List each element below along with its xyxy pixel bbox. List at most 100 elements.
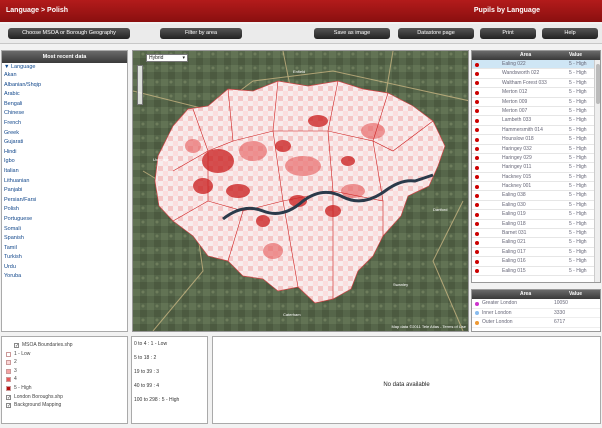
language-item[interactable]: Polish — [2, 205, 127, 215]
datastore-page-button[interactable]: Datastore page — [398, 28, 474, 39]
area-cell: Hackney 001 — [502, 183, 532, 190]
breadcrumb[interactable]: Language > Polish — [6, 7, 68, 14]
save-as-image-button[interactable]: Save as image — [314, 28, 390, 39]
language-item[interactable]: French — [2, 119, 127, 129]
scrollbar[interactable] — [594, 60, 600, 282]
table-row[interactable]: Barnet 031 5 - High — [472, 229, 600, 239]
value-column-header[interactable]: Value — [569, 51, 582, 60]
table-row[interactable]: Haringey 029 5 - High — [472, 154, 600, 164]
table-row[interactable]: Hammersmith 014 5 - High — [472, 126, 600, 136]
table-row[interactable]: Wandsworth 022 5 - High — [472, 69, 600, 79]
area-cell: Merton 007 — [502, 107, 528, 114]
table-row[interactable]: Lambeth 033 5 - High — [472, 116, 600, 126]
table-row[interactable]: Hounslow 018 5 - High — [472, 135, 600, 145]
language-item[interactable]: Turkish — [2, 253, 127, 263]
language-item[interactable]: Tamil — [2, 244, 127, 254]
legend-swatch — [6, 377, 11, 383]
legend-panel: ✓ MSOA Boundaries.shp 1 - Low 2 3 4 5 - High… — [1, 336, 128, 424]
language-item[interactable]: Portuguese — [2, 215, 127, 225]
value-cell: 5 - High — [569, 89, 587, 96]
value-cell: 5 - High — [569, 154, 587, 161]
table-row[interactable]: Hackney 015 5 - High — [472, 173, 600, 183]
boroughs-layer-checkbox[interactable]: ✓ — [6, 394, 11, 400]
value-cell: 6717 — [554, 319, 566, 325]
table-row[interactable]: Ealing 030 5 - High — [472, 201, 600, 211]
table-row[interactable]: Merton 009 5 - High — [472, 98, 600, 107]
language-item[interactable]: Bengali — [2, 100, 127, 110]
language-item[interactable]: Albanian/Shqip — [2, 81, 127, 91]
table-row[interactable]: Ealing 038 5 - High — [472, 191, 600, 201]
language-group[interactable]: ▼ Language — [2, 63, 127, 71]
marker-icon — [475, 259, 479, 264]
language-item[interactable]: Hindi — [2, 148, 127, 158]
area-cell: Ealing 022 — [502, 61, 526, 67]
table-row[interactable]: Ealing 019 5 - High — [472, 210, 600, 220]
choose-geography-button[interactable]: Choose MSOA or Borough Geography — [8, 28, 130, 39]
table-row[interactable]: Merton 012 5 - High — [472, 88, 600, 98]
language-item[interactable]: Arabic — [2, 90, 127, 100]
table-row[interactable]: Ealing 018 5 - High — [472, 220, 600, 230]
table-row[interactable]: Waltham Forest 033 5 - High — [472, 79, 600, 89]
area-column-header[interactable]: Area — [520, 290, 531, 299]
language-item[interactable]: Igbo — [2, 157, 127, 167]
value-cell: 3330 — [554, 309, 566, 316]
svg-text:Swanley: Swanley — [393, 282, 408, 287]
language-item[interactable]: Yoruba — [2, 272, 127, 282]
value-cell: 5 - High — [569, 230, 587, 237]
summary-row[interactable]: Greater London 10050 — [472, 299, 600, 309]
legend-layer-background: ✓ Background Mapping — [2, 401, 127, 410]
table-row[interactable]: Ealing 015 5 - High — [472, 267, 600, 276]
language-item[interactable]: Spanish — [2, 234, 127, 244]
area-cell: Ealing 021 — [502, 239, 526, 246]
summary-header: Area Value — [472, 290, 600, 299]
language-item[interactable]: Somali — [2, 225, 127, 235]
language-item[interactable]: Panjabi — [2, 186, 127, 196]
msoa-layer-checkbox[interactable]: ✓ — [14, 343, 19, 349]
table-row[interactable]: Ealing 022 5 - High — [472, 60, 600, 70]
marker-icon — [475, 81, 479, 86]
marker-icon — [475, 311, 479, 315]
map-canvas[interactable]: Enfield Uxbridge Dartford Swanley Caterh… — [133, 51, 469, 332]
value-column-header[interactable]: Value — [569, 290, 582, 299]
marker-icon — [475, 118, 479, 123]
title-bar: Language > Polish Pupils by Language — [0, 0, 602, 22]
background-layer-checkbox[interactable]: ✓ — [6, 403, 11, 409]
table-row[interactable]: Ealing 017 5 - High — [472, 248, 600, 258]
summary-row[interactable]: Outer London 6717 — [472, 318, 600, 328]
svg-text:Enfield: Enfield — [293, 69, 305, 74]
value-cell: 5 - High — [569, 173, 587, 180]
summary-table: Area Value Greater London 10050 Inner Lond… — [471, 289, 601, 332]
language-item[interactable]: Akan — [2, 71, 127, 81]
area-cell: Ealing 019 — [502, 211, 526, 218]
legend-items: 1 - Low 2 3 4 5 - High — [2, 350, 127, 393]
filter-by-area-button[interactable]: Filter by area — [160, 28, 242, 39]
table-row[interactable]: Hackney 001 5 - High — [472, 182, 600, 192]
language-item[interactable]: Gujarati — [2, 138, 127, 148]
toolbar: Choose MSOA or Borough Geography Filter … — [0, 24, 602, 44]
language-item[interactable]: Urdu — [2, 263, 127, 273]
marker-icon — [475, 203, 479, 208]
table-row[interactable]: Merton 007 5 - High — [472, 107, 600, 117]
zoom-slider[interactable] — [137, 65, 143, 105]
table-row[interactable]: Ealing 021 5 - High — [472, 238, 600, 248]
print-button[interactable]: Print — [480, 28, 536, 39]
scrollbar-thumb[interactable] — [596, 64, 600, 104]
language-item[interactable]: Italian — [2, 167, 127, 177]
table-row[interactable]: Haringey 032 5 - High — [472, 145, 600, 154]
marker-icon — [475, 269, 479, 274]
area-column-header[interactable]: Area — [520, 51, 531, 60]
marker-icon — [475, 301, 479, 306]
language-item[interactable]: Chinese — [2, 109, 127, 119]
table-row[interactable]: Haringey 011 5 - High — [472, 163, 600, 173]
value-cell: 5 - High — [569, 248, 587, 255]
language-item[interactable]: Persian/Farsi — [2, 196, 127, 206]
map-type-select[interactable]: Hybrid ▾ — [146, 54, 188, 62]
language-item[interactable]: Greek — [2, 129, 127, 139]
help-button[interactable]: Help — [542, 28, 598, 39]
value-cell: 5 - High — [569, 136, 587, 143]
map-view[interactable]: Enfield Uxbridge Dartford Swanley Caterh… — [132, 50, 469, 332]
summary-row[interactable]: Inner London 3330 — [472, 309, 600, 318]
legend-swatch — [6, 360, 11, 366]
table-row[interactable]: Ealing 016 5 - High — [472, 257, 600, 267]
language-item[interactable]: Lithuanian — [2, 177, 127, 187]
